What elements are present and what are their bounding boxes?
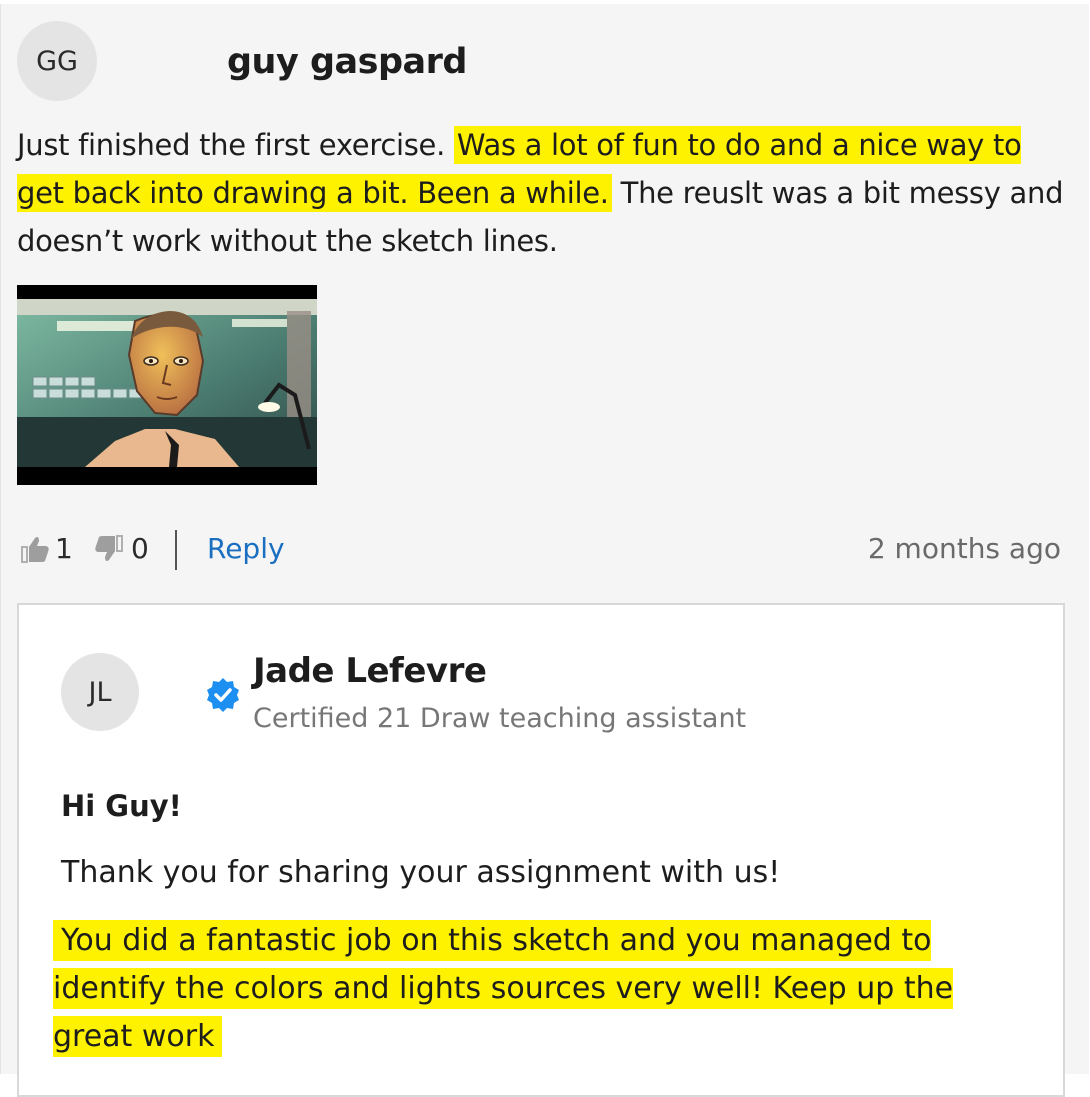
reply-praise-highlight: You did a fantastic job on this sketch a… <box>53 920 954 1057</box>
reply-avatar[interactable]: JL <box>61 653 139 731</box>
reply-button[interactable]: Reply <box>207 532 285 565</box>
comment-timestamp: 2 months ago <box>867 532 1061 565</box>
attached-image-thumbnail[interactable] <box>17 285 317 485</box>
avatar[interactable]: GG <box>17 21 97 101</box>
reply-praise-text: You did a fantastic job on this sketch a… <box>53 917 1033 1061</box>
dislike-count: 0 <box>131 532 149 565</box>
reply-author[interactable]: Jade Lefevre <box>253 651 487 691</box>
reply-greeting: Hi Guy! <box>61 789 182 823</box>
comment-text-plain: Just finished the first exercise. <box>17 128 454 162</box>
comment-text: Just finished the first exercise. Was a … <box>17 121 1067 265</box>
reply-avatar-initials: JL <box>88 676 112 708</box>
verified-badge-icon <box>205 677 241 717</box>
thumbs-down-icon[interactable] <box>93 534 125 571</box>
comment-actions: 1 0 Reply 2 months ago <box>19 526 1069 572</box>
reply-author-role: Certified 21 Draw teaching assistant <box>253 703 747 734</box>
comment-panel: GG guy gaspard Just finished the first e… <box>0 4 1089 1097</box>
actions-divider <box>175 530 177 570</box>
avatar-initials: GG <box>36 45 78 77</box>
sketch-image <box>17 299 317 467</box>
like-count: 1 <box>55 532 73 565</box>
thumbs-up-icon[interactable] <box>19 534 51 571</box>
reply-card: JL Jade Lefevre Certified 21 Draw teachi… <box>17 603 1065 1097</box>
comment-author[interactable]: guy gaspard <box>227 42 467 82</box>
reply-thanks-text: Thank you for sharing your assignment wi… <box>61 855 781 890</box>
